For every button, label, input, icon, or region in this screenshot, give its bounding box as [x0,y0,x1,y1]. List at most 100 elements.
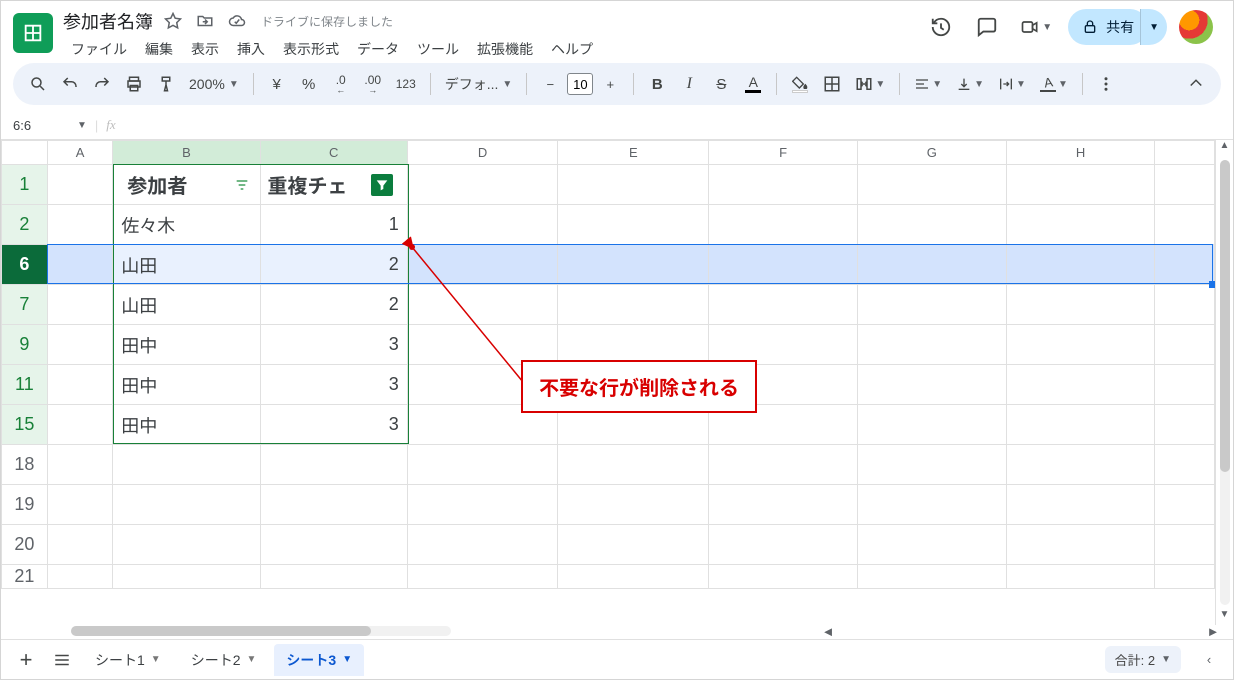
cell-D9[interactable] [407,325,558,365]
cell-B7[interactable]: 山田 [113,285,260,325]
font-size-input[interactable] [567,73,593,95]
print-icon[interactable] [121,70,147,98]
more-formats-button[interactable]: 123 [392,70,420,98]
row-header-7[interactable]: 7 [2,285,48,325]
rotate-button[interactable]: A▼ [1036,70,1072,98]
fill-color-button[interactable] [787,70,813,98]
cell-G11[interactable] [857,365,1006,405]
cell-G1[interactable] [857,165,1006,205]
column-header-D[interactable]: D [407,141,558,165]
collapse-toolbar-icon[interactable] [1183,70,1209,98]
cell-E7[interactable] [558,285,709,325]
cell-D18[interactable] [407,445,558,485]
cell-H21[interactable] [1006,565,1155,589]
cell-B9[interactable]: 田中 [113,325,260,365]
select-all-corner[interactable] [2,141,48,165]
cell-B1[interactable]: 参加者 [113,165,260,205]
cell-E21[interactable] [558,565,709,589]
cell-B15[interactable]: 田中 [113,405,260,445]
cell-H11[interactable] [1006,365,1155,405]
sheets-logo[interactable] [13,13,53,53]
sheet-tab-3[interactable]: シート3▼ [274,644,364,676]
sheet-tab-2[interactable]: シート2▼ [179,644,269,676]
increase-font-button[interactable]: + [597,70,623,98]
cell-D6[interactable] [407,245,558,285]
menu-view[interactable]: 表示 [183,35,227,63]
cell-F19[interactable] [709,485,858,525]
explore-toggle-icon[interactable]: ‹ [1195,646,1223,674]
column-header-A[interactable]: A [47,141,113,165]
increase-decimal-button[interactable]: .00→ [360,70,386,98]
cell-F2[interactable] [709,205,858,245]
cell-H9[interactable] [1006,325,1155,365]
cell-G20[interactable] [857,525,1006,565]
menu-file[interactable]: ファイル [63,35,135,63]
cell-A2[interactable] [47,205,113,245]
cell-B18[interactable] [113,445,260,485]
filter-icon[interactable] [231,174,253,196]
row-header-18[interactable]: 18 [2,445,48,485]
menu-data[interactable]: データ [349,35,407,63]
currency-button[interactable]: ¥ [264,70,290,98]
cell-A15[interactable] [47,405,113,445]
selection-handle[interactable] [1209,281,1215,288]
italic-button[interactable]: I [676,70,702,98]
cell-F21[interactable] [709,565,858,589]
cell-H19[interactable] [1006,485,1155,525]
row-header-15[interactable]: 15 [2,405,48,445]
cell-A1[interactable] [47,165,113,205]
cell-E20[interactable] [558,525,709,565]
redo-icon[interactable] [89,70,115,98]
cell-E1[interactable] [558,165,709,205]
cell-A7[interactable] [47,285,113,325]
row-header-1[interactable]: 1 [2,165,48,205]
cell-C1[interactable]: 重複チェ [260,165,407,205]
cell-G2[interactable] [857,205,1006,245]
cell-A19[interactable] [47,485,113,525]
star-icon[interactable] [161,9,185,33]
meet-icon[interactable]: ▼ [1016,10,1056,44]
cell-G18[interactable] [857,445,1006,485]
cell-A6[interactable] [47,245,113,285]
cell-A20[interactable] [47,525,113,565]
cell-H18[interactable] [1006,445,1155,485]
cell-H2[interactable] [1006,205,1155,245]
cell-E19[interactable] [558,485,709,525]
menu-extensions[interactable]: 拡張機能 [469,35,541,63]
filter-active-icon[interactable] [371,174,393,196]
cell-F20[interactable] [709,525,858,565]
share-button[interactable]: 共有 [1068,9,1148,45]
cell-G15[interactable] [857,405,1006,445]
cell-D20[interactable] [407,525,558,565]
column-header-E[interactable]: E [558,141,709,165]
cell-D21[interactable] [407,565,558,589]
cell-E6[interactable] [558,245,709,285]
decrease-decimal-button[interactable]: .0← [328,70,354,98]
menu-format[interactable]: 表示形式 [275,35,347,63]
cell-H15[interactable] [1006,405,1155,445]
zoom-select[interactable]: 200%▼ [185,70,243,98]
cell-C11[interactable]: 3 [260,365,407,405]
paint-format-icon[interactable] [153,70,179,98]
cell-C19[interactable] [260,485,407,525]
scroll-right-icon[interactable]: ► [1205,623,1221,639]
v-align-button[interactable]: ▼ [952,70,988,98]
row-header-20[interactable]: 20 [2,525,48,565]
column-header-G[interactable]: G [857,141,1006,165]
history-icon[interactable] [924,10,958,44]
search-menu-icon[interactable] [25,70,51,98]
cell-C20[interactable] [260,525,407,565]
cell-F18[interactable] [709,445,858,485]
menu-edit[interactable]: 編集 [137,35,181,63]
cell-C6[interactable]: 2 [260,245,407,285]
cell-F1[interactable] [709,165,858,205]
add-sheet-button[interactable]: + [11,645,41,675]
cell-C2[interactable]: 1 [260,205,407,245]
cell-G21[interactable] [857,565,1006,589]
cell-C18[interactable] [260,445,407,485]
cell-B21[interactable] [113,565,260,589]
move-icon[interactable] [193,9,217,33]
wrap-button[interactable]: ▼ [994,70,1030,98]
row-header-9[interactable]: 9 [2,325,48,365]
cell-G9[interactable] [857,325,1006,365]
